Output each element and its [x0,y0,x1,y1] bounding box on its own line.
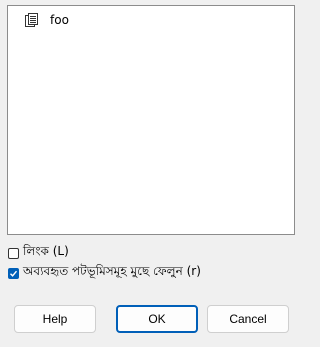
remove-unused-checkbox-label: অব্যবহৃত পটভূমিসমূহ মুছে ফেলুন (r) [23,264,201,278]
remove-unused-option[interactable]: অব্যবহৃত পটভূমিসমূহ মুছে ফেলুন (r) [8,264,201,281]
remove-unused-checkbox[interactable] [8,267,19,279]
background-list[interactable]: foo [7,5,295,235]
link-checkbox-label: লিংক (L) [23,244,69,258]
list-item[interactable]: foo [24,10,69,30]
link-option[interactable]: লিংক (L) [8,244,69,261]
link-checkbox[interactable] [8,247,19,259]
help-button[interactable]: Help [14,305,96,333]
checkmark-icon [10,270,18,277]
cancel-button[interactable]: Cancel [207,305,289,333]
list-item-label: foo [50,13,69,27]
document-icon [24,12,40,28]
ok-button[interactable]: OK [116,305,198,333]
